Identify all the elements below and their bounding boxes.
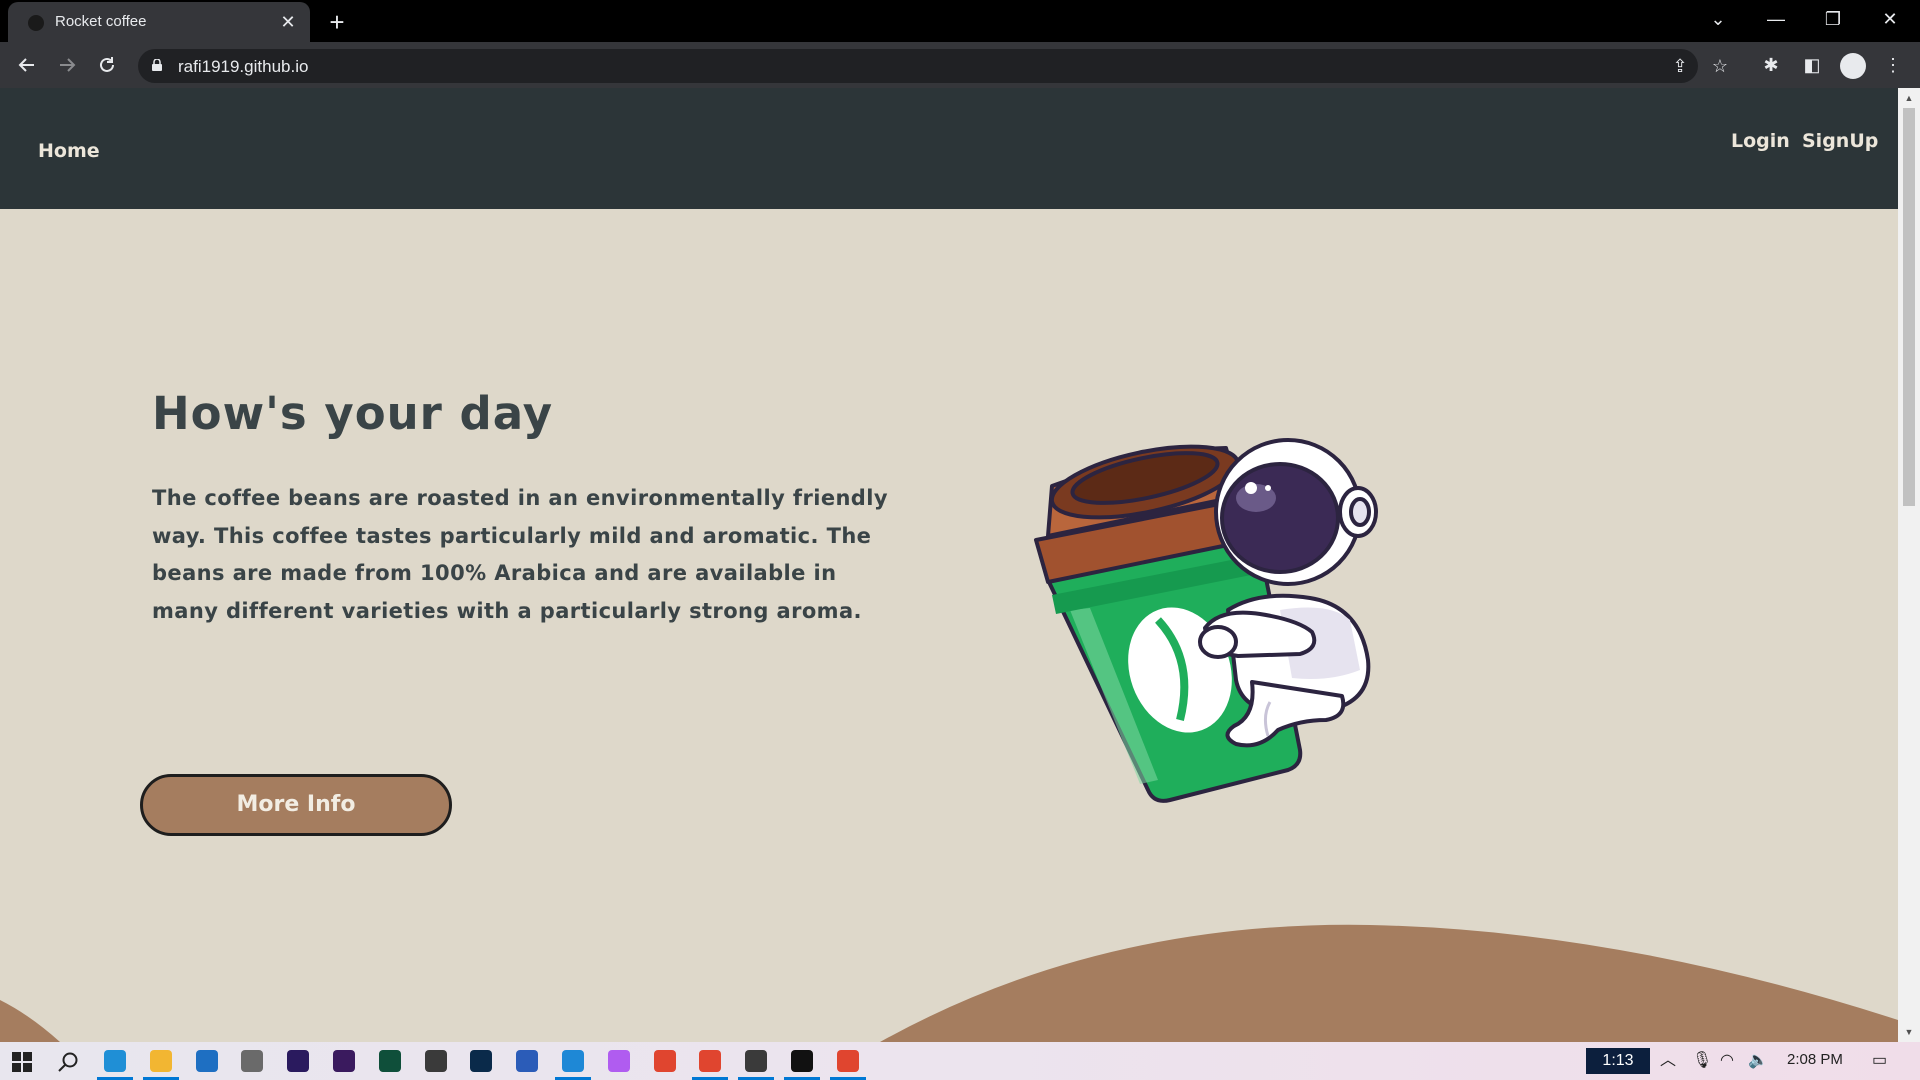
browser-toolbar: rafi1919.github.io ⇪ ☆ ✱ ◧ ⋮	[0, 42, 1920, 88]
audition-app-icon[interactable]	[378, 1050, 401, 1072]
back-arrow-icon	[18, 58, 34, 72]
word-app-icon[interactable]	[516, 1050, 539, 1072]
forward-arrow-icon	[60, 58, 76, 72]
nav-login-link[interactable]: Login	[1731, 130, 1790, 152]
close-window-button[interactable]: ✕	[1862, 0, 1918, 38]
search-icon[interactable]	[57, 1051, 79, 1073]
page-scrollbar[interactable]: ▲ ▼	[1898, 88, 1920, 1042]
timer-badge[interactable]: 1:13	[1586, 1048, 1650, 1074]
photoshop-app-icon[interactable]	[470, 1050, 493, 1072]
sublime-app-icon[interactable]	[424, 1050, 447, 1072]
new-tab-button[interactable]: +	[322, 8, 352, 38]
tray-chevron-icon[interactable]: ︿	[1660, 1050, 1676, 1072]
url-text: rafi1919.github.io	[178, 57, 309, 76]
profile-avatar[interactable]	[1840, 53, 1866, 79]
wifi-icon[interactable]: ◠	[1720, 1050, 1734, 1072]
restore-button[interactable]: ❐	[1805, 0, 1861, 38]
decorative-hill-shape	[0, 924, 1898, 1042]
chrome-app-icon[interactable]	[653, 1050, 676, 1072]
reload-button[interactable]	[92, 50, 122, 80]
reload-icon	[100, 57, 114, 72]
tab-close-icon[interactable]: ✕	[276, 10, 300, 34]
bookmark-star-icon[interactable]: ☆	[1708, 54, 1732, 78]
forward-button[interactable]	[52, 50, 82, 80]
chrome-active-app-icon[interactable]	[836, 1050, 859, 1072]
file-explorer-app-icon[interactable]	[149, 1050, 172, 1072]
edge-app-icon[interactable]	[104, 1050, 126, 1072]
nav-signup-link[interactable]: SignUp	[1802, 130, 1878, 152]
tab-title: Rocket coffee	[55, 13, 147, 30]
twitch-app-icon[interactable]	[241, 1050, 264, 1072]
more-info-button[interactable]: More Info	[140, 774, 452, 836]
notifications-icon[interactable]: ▭	[1872, 1050, 1887, 1072]
address-bar[interactable]: rafi1919.github.io ⇪ ☆	[138, 49, 1728, 83]
premiere-app-icon[interactable]	[287, 1050, 310, 1072]
back-button[interactable]	[12, 50, 42, 80]
sticky-app-icon[interactable]	[745, 1050, 768, 1072]
mail-app-icon[interactable]	[195, 1050, 218, 1072]
scroll-up-icon[interactable]: ▲	[1903, 92, 1915, 104]
browser-tab[interactable]: Rocket coffee ✕	[8, 2, 310, 42]
hero-description: The coffee beans are roasted in an envir…	[152, 486, 888, 623]
vscode-app-icon[interactable]	[562, 1050, 584, 1072]
hero-title: How's your day	[152, 387, 554, 440]
after-effects-app-icon[interactable]	[333, 1050, 355, 1072]
windows-taskbar: 1:13 ︿ 🎙 ◠ 🔈 2:08 PM ▭	[0, 1042, 1920, 1080]
side-panel-icon[interactable]: ◧	[1799, 52, 1825, 78]
volume-icon[interactable]: 🔈	[1748, 1050, 1768, 1072]
scroll-thumb[interactable]	[1903, 108, 1915, 506]
figma-app-icon[interactable]	[607, 1050, 630, 1072]
menu-kebab-icon[interactable]: ⋮	[1880, 52, 1906, 78]
tab-favicon-icon	[28, 15, 44, 31]
extensions-icon[interactable]: ✱	[1758, 52, 1784, 78]
browser-titlebar: Rocket coffee ✕ + ⌄ — ❐ ✕	[0, 0, 1920, 42]
share-icon[interactable]: ⇪	[1668, 54, 1692, 78]
scroll-down-icon[interactable]: ▼	[1903, 1026, 1915, 1038]
lock-icon	[152, 59, 162, 71]
nav-home-link[interactable]: Home	[38, 140, 100, 162]
windows-start-icon[interactable]	[12, 1052, 32, 1072]
chrome-profile-app-icon[interactable]	[699, 1050, 722, 1072]
tab-search-button[interactable]: ⌄	[1690, 0, 1746, 38]
microphone-icon[interactable]: 🎙	[1692, 1050, 1712, 1072]
terminal-app-icon[interactable]	[791, 1050, 813, 1072]
minimize-button[interactable]: —	[1748, 0, 1804, 38]
astronaut-coffee-cup-illustration	[1034, 438, 1378, 803]
taskbar-time[interactable]: 2:08 PM	[1787, 1051, 1843, 1068]
site-navbar: Home Login SignUp	[0, 88, 1898, 209]
